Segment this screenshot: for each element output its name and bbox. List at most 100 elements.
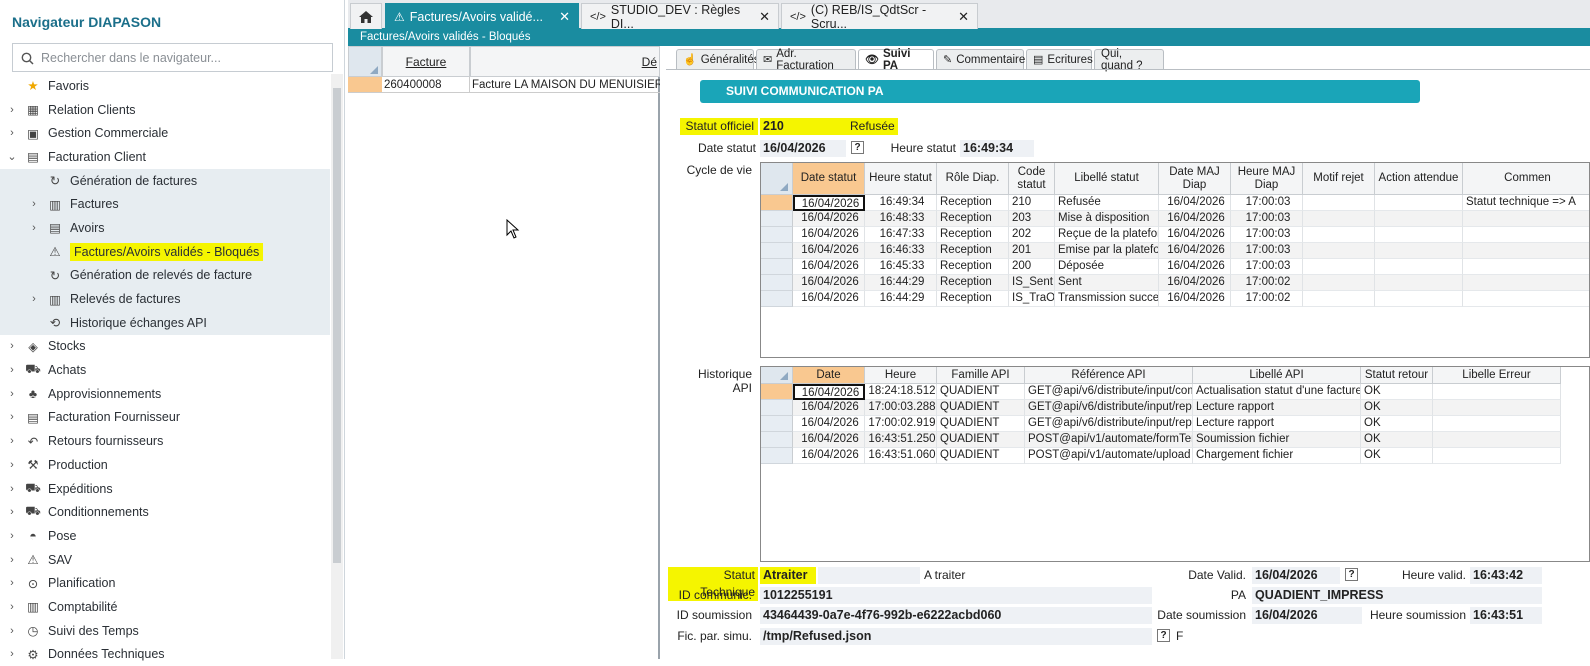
nav-item-g-n-ration-de-factures[interactable]: ↻Génération de factures (0, 169, 330, 193)
close-icon[interactable]: ✕ (559, 9, 570, 25)
chevron-right-icon[interactable]: › (0, 364, 24, 376)
statut-technique-value[interactable]: Atraiter (760, 567, 816, 584)
table-cell[interactable]: QUADIENT (937, 432, 1025, 448)
heure-valid-value[interactable]: 16:43:42 (1470, 567, 1542, 584)
nav-item-retours-fournisseurs[interactable]: ›↶Retours fournisseurs (0, 429, 330, 453)
table-cell[interactable]: 210 (1009, 195, 1055, 211)
table-cell[interactable]: 17:00:02 (1231, 275, 1303, 291)
date-statut-value[interactable]: 16/04/2026 (760, 140, 846, 157)
nav-item-donn-es-techniques[interactable]: ›⚙Données Techniques (0, 643, 330, 666)
id-soumission-value[interactable]: 43464439-0a7e-4f76-992b-e6222acbd060 (760, 607, 1152, 624)
nav-item-approvisionnements[interactable]: ›♣Approvisionnements (0, 382, 330, 406)
chevron-right-icon[interactable]: › (0, 483, 24, 495)
nav-item-g-n-ration-de-relev-s-de-facture[interactable]: ↻Génération de relevés de facture (0, 264, 330, 288)
column-header[interactable]: Statut retour (1361, 367, 1433, 384)
row-header[interactable] (761, 400, 793, 416)
navigator-search-input[interactable]: Rechercher dans le navigateur... (12, 43, 333, 72)
nav-item-factures-avoirs-valid-s-bloqu-s[interactable]: ⚠Factures/Avoirs validés - Bloqués (0, 240, 330, 264)
table-cell[interactable]: Lecture rapport (1193, 416, 1361, 432)
table-cell[interactable]: 17:00:03.288 (865, 400, 937, 416)
nav-item-facturation-fournisseur[interactable]: ›▤Facturation Fournisseur (0, 406, 330, 430)
table-cell[interactable]: 17:00:03 (1231, 259, 1303, 275)
chevron-right-icon[interactable]: › (0, 435, 24, 447)
table-cell[interactable]: 17:00:02 (1231, 291, 1303, 307)
heure-statut-value[interactable]: 16:49:34 (960, 140, 1034, 157)
table-cell[interactable]: 16/04/2026 (793, 384, 865, 400)
table-cell[interactable]: Reception (937, 275, 1009, 291)
tab-adr-facturation[interactable]: ✉Adr. Facturation (756, 49, 856, 69)
table-cell[interactable]: 17:00:03 (1231, 211, 1303, 227)
nav-item-production[interactable]: ›⚒Production (0, 453, 330, 477)
column-header[interactable]: Famille API (937, 367, 1025, 384)
table-cell[interactable] (1433, 416, 1561, 432)
table-cell[interactable]: Reception (937, 227, 1009, 243)
table-cell[interactable] (1375, 275, 1463, 291)
table-cell[interactable]: Sent (1055, 275, 1159, 291)
chevron-right-icon[interactable]: › (0, 411, 24, 423)
nav-item-sav[interactable]: ›⚠SAV (0, 548, 330, 572)
column-header[interactable]: Date MAJ Diap (1159, 163, 1231, 195)
table-cell[interactable]: Chargement fichier (1193, 448, 1361, 464)
table-cell[interactable]: 16/04/2026 (793, 448, 865, 464)
table-cell[interactable] (1433, 400, 1561, 416)
table-cell[interactable] (1463, 227, 1590, 243)
nav-item-gestion-commerciale[interactable]: ›▣Gestion Commerciale (0, 121, 330, 145)
table-cell[interactable]: 16:45:33 (865, 259, 937, 275)
date-help-button[interactable]: ? (851, 141, 864, 154)
table-cell[interactable]: 16/04/2026 (1159, 211, 1231, 227)
nav-item-stocks[interactable]: ›◈Stocks (0, 335, 330, 359)
row-header[interactable] (761, 259, 793, 275)
table-cell[interactable] (1375, 195, 1463, 211)
table-cell[interactable]: 16/04/2026 (793, 432, 865, 448)
column-header[interactable]: Heure statut (865, 163, 937, 195)
table-cell[interactable] (1463, 291, 1590, 307)
row-header[interactable] (761, 195, 793, 211)
nav-item-favoris[interactable]: ★Favoris (0, 74, 330, 98)
nav-item-pose[interactable]: ›◓Pose (0, 524, 330, 548)
nav-item-planification[interactable]: ›⊙Planification (0, 571, 330, 595)
table-cell[interactable]: 16/04/2026 (793, 211, 865, 227)
column-header[interactable]: Libelle Erreur (1433, 367, 1561, 384)
home-tab[interactable] (350, 3, 382, 29)
table-cell[interactable]: Soumission fichier (1193, 432, 1361, 448)
table-cell[interactable]: QUADIENT (937, 384, 1025, 400)
table-cell[interactable]: 17:00:02.919 (865, 416, 937, 432)
table-cell[interactable]: 16/04/2026 (1159, 291, 1231, 307)
table-cell[interactable]: OK (1361, 416, 1433, 432)
table-cell[interactable]: 16/04/2026 (793, 243, 865, 259)
table-cell[interactable]: 18:24:18.512 (865, 384, 937, 400)
tab-suivi-pa[interactable]: 👁Suivi PA (858, 49, 934, 69)
chevron-right-icon[interactable]: › (0, 104, 24, 116)
table-cell[interactable]: 16/04/2026 (1159, 243, 1231, 259)
nav-item-facturation-client[interactable]: ⌄▤Facturation Client (0, 145, 330, 169)
nav-item-relev-s-de-factures[interactable]: ›▥Relevés de factures (0, 287, 330, 311)
table-cell[interactable]: Transmission success (1055, 291, 1159, 307)
tab-commentaire[interactable]: ✎Commentaire (936, 49, 1024, 69)
table-cell[interactable] (1303, 195, 1375, 211)
table-cell[interactable]: 17:00:03 (1231, 243, 1303, 259)
row-header[interactable] (761, 432, 793, 448)
table-cell[interactable]: 16/04/2026 (1159, 195, 1231, 211)
nav-item-factures[interactable]: ›▥Factures (0, 192, 330, 216)
nav-item-conditionnements[interactable]: ›⛟Conditionnements (0, 500, 330, 524)
table-cell[interactable]: Reception (937, 211, 1009, 227)
chevron-right-icon[interactable]: › (0, 530, 24, 542)
table-cell[interactable] (1463, 243, 1590, 259)
table-cell[interactable]: Reception (937, 259, 1009, 275)
navigator-scroll-thumb[interactable] (333, 88, 341, 563)
table-cell[interactable]: 16/04/2026 (793, 227, 865, 243)
table-cell[interactable] (1433, 384, 1561, 400)
row-header[interactable] (761, 448, 793, 464)
table-cell[interactable]: OK (1361, 432, 1433, 448)
table-cell[interactable] (1303, 243, 1375, 259)
chevron-right-icon[interactable]: › (22, 293, 46, 305)
table-cell[interactable]: GET@api/v6/distribute/input/comi (1025, 384, 1193, 400)
close-icon[interactable]: ✕ (958, 9, 969, 25)
chevron-right-icon[interactable]: › (0, 388, 24, 400)
row-header[interactable] (761, 227, 793, 243)
table-cell[interactable]: 16:44:29 (865, 275, 937, 291)
nav-item-comptabilit[interactable]: ›▥Comptabilité (0, 595, 330, 619)
column-header[interactable]: Date (793, 367, 865, 384)
table-cell[interactable]: 16:43:51.250 (865, 432, 937, 448)
table-cell[interactable]: 16:49:34 (865, 195, 937, 211)
